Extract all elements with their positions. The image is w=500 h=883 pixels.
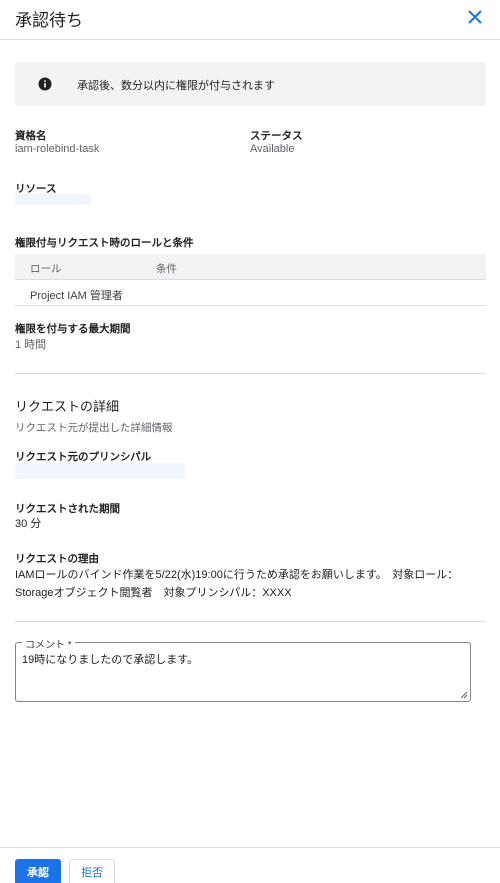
request-section-subtitle: リクエスト元が提出した詳細情報 bbox=[15, 422, 173, 434]
role-cell: Project IAM 管理者 bbox=[30, 290, 123, 302]
entitlement-value: iam-rolebind-task bbox=[15, 143, 100, 155]
approve-button[interactable]: 承認 bbox=[15, 859, 61, 883]
entitlement-label: 資格名 bbox=[15, 130, 47, 142]
comment-value[interactable]: 19時になりましたので承認します。 bbox=[22, 651, 198, 667]
max-duration-label: 権限を付与する最大期間 bbox=[15, 323, 131, 335]
principal-value-redacted bbox=[15, 463, 185, 479]
info-text: 承認後、数分以内に権限が付与されます bbox=[77, 80, 275, 92]
reason-value: IAMロールのバインド作業を5/22(水)19:00に行うため承認をお願いします… bbox=[15, 569, 459, 599]
reject-button[interactable]: 拒否 bbox=[69, 859, 115, 883]
roles-table-header: ロール 条件 bbox=[15, 254, 486, 280]
table-row: Project IAM 管理者 bbox=[15, 280, 486, 306]
section-divider bbox=[15, 373, 486, 374]
dialog-footer: 承認 拒否 bbox=[0, 847, 500, 883]
request-section-title: リクエストの詳細 bbox=[15, 399, 120, 414]
roles-table: ロール 条件 Project IAM 管理者 bbox=[15, 254, 486, 306]
resize-handle-icon[interactable] bbox=[460, 691, 468, 699]
principal-label: リクエスト元のプリンシパル bbox=[15, 451, 152, 463]
reason-label: リクエストの理由 bbox=[15, 553, 99, 565]
section-divider bbox=[15, 621, 486, 622]
info-banner: 承認後、数分以内に権限が付与されます bbox=[15, 62, 486, 106]
dialog-title: 承認待ち bbox=[15, 11, 83, 30]
max-duration-value: 1 時間 bbox=[15, 339, 47, 351]
status-value: Available bbox=[250, 143, 295, 155]
column-header-role: ロール bbox=[30, 263, 62, 275]
column-header-condition: 条件 bbox=[156, 263, 177, 275]
dialog-header: 承認待ち bbox=[0, 0, 500, 40]
requested-duration-value: 30 分 bbox=[15, 518, 42, 530]
close-icon[interactable] bbox=[466, 8, 484, 26]
roles-label: 権限付与リクエスト時のロールと条件 bbox=[15, 237, 194, 249]
resource-value-redacted bbox=[15, 194, 91, 205]
info-icon bbox=[38, 77, 52, 91]
comment-label: コメント * bbox=[22, 636, 75, 651]
requested-duration-label: リクエストされた期間 bbox=[15, 503, 120, 515]
status-label: ステータス bbox=[250, 130, 303, 142]
